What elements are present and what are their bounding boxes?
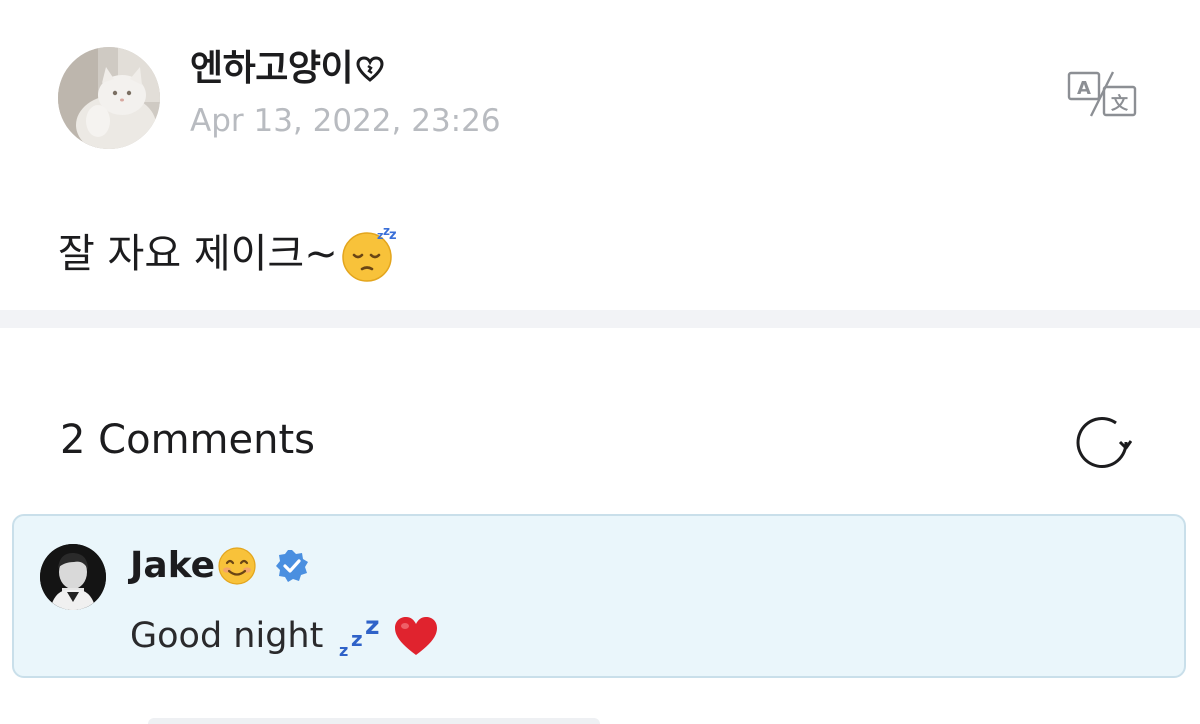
svg-text:z: z bbox=[365, 612, 380, 640]
comment-body: Good night z z z bbox=[130, 612, 439, 660]
verified-badge-icon bbox=[275, 549, 309, 583]
comment-body-text: Good night bbox=[130, 616, 324, 656]
svg-text:z: z bbox=[339, 641, 348, 660]
post-author-name[interactable]: 엔하고양이 bbox=[190, 47, 385, 91]
heart-outline-icon bbox=[355, 54, 385, 84]
post-body-text: 잘 자요 제이크~ bbox=[58, 231, 338, 277]
post-author-label: 엔하고양이 bbox=[190, 48, 354, 89]
section-divider bbox=[0, 310, 1200, 328]
refresh-comments-button[interactable] bbox=[1072, 412, 1133, 472]
comments-count-title: 2 Comments bbox=[60, 417, 315, 463]
svg-text:A: A bbox=[1077, 78, 1091, 99]
translate-icon: A 文 bbox=[1067, 71, 1137, 117]
svg-text:z: z bbox=[351, 627, 363, 651]
sleeping-face-emoji: z z z bbox=[340, 225, 398, 283]
jake-avatar-image bbox=[40, 544, 106, 610]
smiling-face-emoji bbox=[217, 546, 257, 586]
cat-avatar-image bbox=[58, 47, 160, 149]
svg-text:文: 文 bbox=[1111, 93, 1129, 114]
red-heart-emoji bbox=[393, 615, 439, 657]
post-timestamp: Apr 13, 2022, 23:26 bbox=[190, 103, 501, 139]
zzz-emoji: z z z bbox=[337, 612, 387, 660]
comment-author-label: Jake bbox=[130, 545, 216, 586]
translate-button[interactable]: A 文 bbox=[1066, 70, 1138, 118]
post-body: 잘 자요 제이크~ z z z bbox=[58, 222, 398, 286]
comment-item[interactable]: Jake Good night z z z bbox=[12, 514, 1186, 678]
post-author-avatar[interactable] bbox=[58, 47, 160, 149]
svg-text:z: z bbox=[389, 228, 397, 243]
comment-author-name[interactable]: Jake bbox=[130, 542, 309, 590]
post-view: 엔하고양이 Apr 13, 2022, 23:26 A 文 잘 자요 제이크~ bbox=[0, 0, 1200, 724]
refresh-icon bbox=[1076, 417, 1133, 468]
comment-author-avatar[interactable] bbox=[40, 544, 106, 610]
next-item-edge bbox=[148, 718, 600, 724]
